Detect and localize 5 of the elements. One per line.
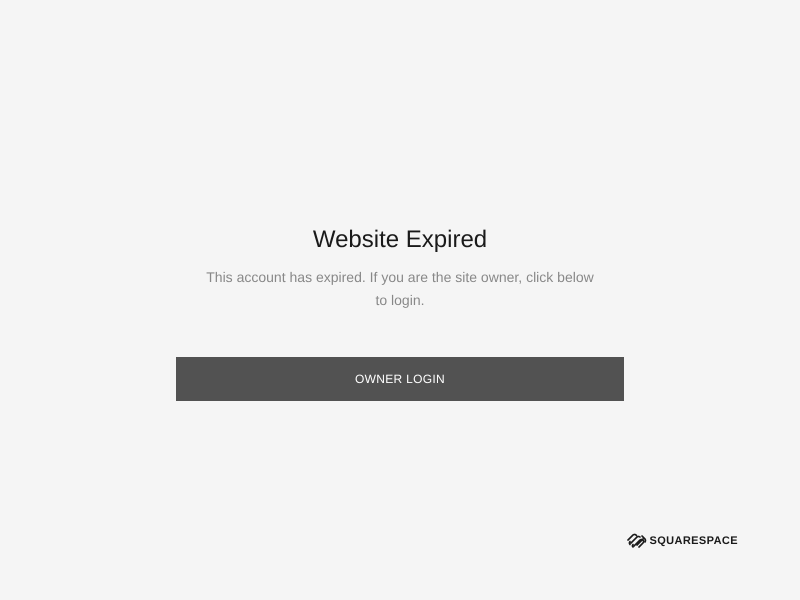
logo-wordmark: SQUARESPACE	[649, 534, 738, 546]
expired-message: This account has expired. If you are the site owner, click below to login.	[205, 268, 595, 310]
logo-icon	[627, 533, 648, 548]
page-title: Website Expired	[312, 225, 488, 255]
owner-login-button[interactable]: OWNER LOGIN	[176, 357, 624, 401]
